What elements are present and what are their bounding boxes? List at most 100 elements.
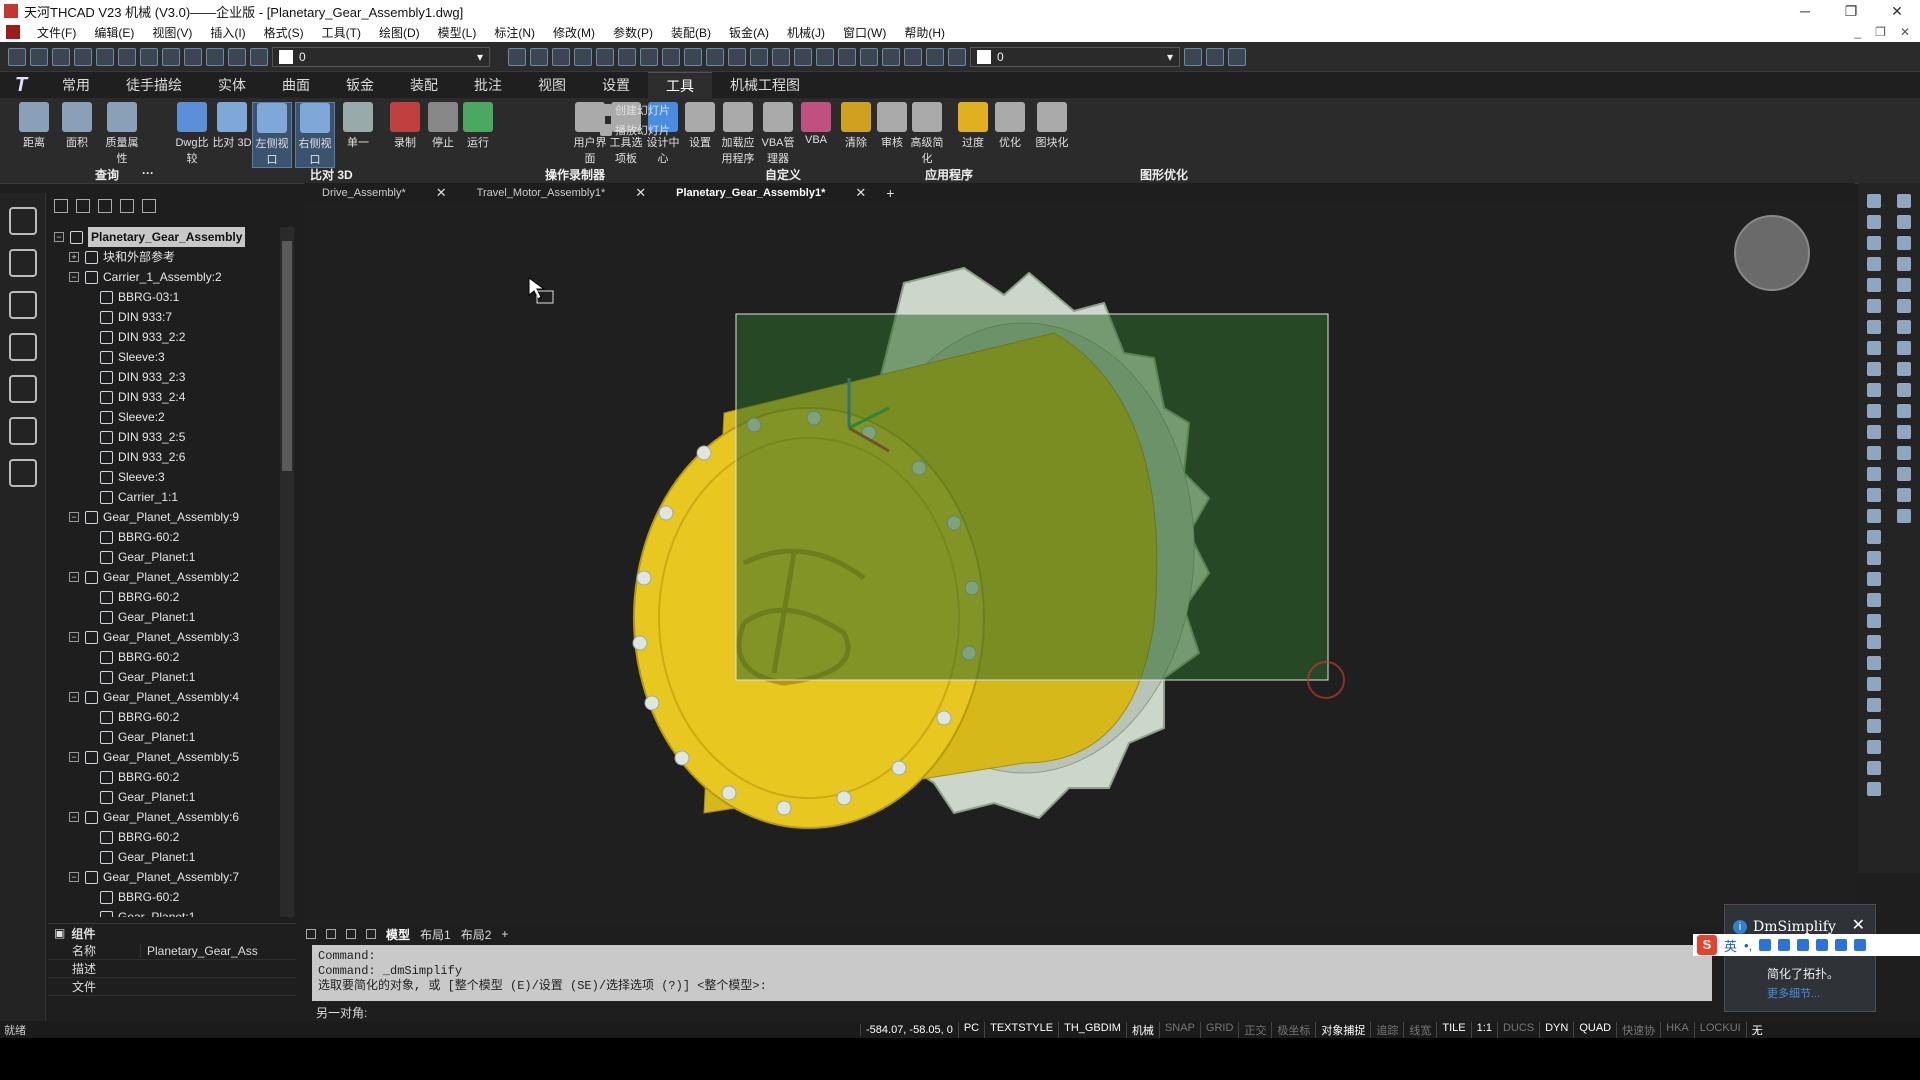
menu-item[interactable]: 文件(F): [28, 24, 85, 41]
menu-item[interactable]: 参数(P): [604, 24, 662, 41]
document-tab[interactable]: Planetary_Gear_Assembly1* ✕: [658, 183, 878, 203]
tree-item[interactable]: BBRG-60:2: [54, 647, 276, 667]
tool-icon[interactable]: [1897, 404, 1911, 418]
bulb-icon[interactable]: [904, 47, 922, 66]
tool-icon[interactable]: [1897, 215, 1911, 229]
tool-icon[interactable]: [1867, 215, 1881, 229]
tool-icon[interactable]: [1867, 635, 1881, 649]
tool-icon[interactable]: [1867, 593, 1881, 607]
status-toggle[interactable]: LOCKUI: [1693, 1021, 1746, 1038]
ribbon-tab[interactable]: 机械工程图: [712, 72, 818, 98]
ribbon-tab[interactable]: 设置: [584, 72, 648, 98]
ribbon-tab[interactable]: 徒手描绘: [108, 72, 200, 98]
tree-item[interactable]: Sleeve:2: [54, 407, 276, 427]
lock2-icon[interactable]: [948, 47, 966, 66]
table-icon[interactable]: [9, 207, 37, 235]
tool-icon[interactable]: [1867, 509, 1881, 523]
status-toggle[interactable]: HKA: [1660, 1021, 1694, 1038]
layer-select[interactable]: 0 ▾: [272, 46, 490, 67]
tree-item[interactable]: DIN 933_2:3: [54, 367, 276, 387]
render-icon[interactable]: [706, 47, 724, 66]
close-tab-button[interactable]: ✕: [635, 185, 646, 201]
tree-item[interactable]: Gear_Planet:1: [54, 667, 276, 687]
tool-icon[interactable]: [1867, 341, 1881, 355]
menu-item[interactable]: 绘图(D): [370, 24, 429, 41]
view-top-icon[interactable]: [662, 47, 680, 66]
command-input[interactable]: 另一对角:: [312, 1001, 1712, 1021]
tool-icon[interactable]: [1867, 572, 1881, 586]
skin-icon[interactable]: [1797, 939, 1810, 951]
status-toggle[interactable]: 机械: [1125, 1021, 1159, 1038]
hatch-icon[interactable]: [9, 459, 37, 487]
properties-icon[interactable]: [772, 47, 790, 66]
tree-item[interactable]: Gear_Planet:1: [54, 547, 276, 567]
props-value[interactable]: Planetary_Gear_Ass: [140, 943, 296, 958]
help-icon[interactable]: [838, 47, 856, 66]
lock-icon[interactable]: [250, 47, 268, 66]
tree-item[interactable]: BBRG-03:1: [54, 287, 276, 307]
status-toggle[interactable]: DUCS: [1496, 1021, 1539, 1038]
status-toggle[interactable]: 快速协: [1616, 1021, 1660, 1038]
ribbon-button[interactable]: 优化: [990, 102, 1030, 150]
tree-item[interactable]: Gear_Planet:1: [54, 907, 276, 917]
ribbon-button[interactable]: 左侧视口: [252, 102, 292, 168]
doc-control-button[interactable]: _: [1854, 25, 1861, 39]
tool-icon[interactable]: [1867, 467, 1881, 481]
tree-toggle-icon[interactable]: −: [69, 512, 79, 522]
save-icon[interactable]: [52, 47, 70, 66]
status-toggle[interactable]: 极坐标: [1271, 1021, 1315, 1038]
tool-icon[interactable]: [1867, 761, 1881, 775]
view-front-icon[interactable]: [618, 47, 636, 66]
ribbon-tab[interactable]: 钣金: [328, 72, 392, 98]
tool-icon[interactable]: [1897, 467, 1911, 481]
layout-tab[interactable]: 模型: [386, 926, 410, 943]
minimize-button[interactable]: ─: [1782, 3, 1828, 19]
model-viewport[interactable]: [304, 203, 1856, 925]
close-tab-button[interactable]: ✕: [436, 185, 447, 201]
cloud-icon[interactable]: [1816, 939, 1829, 951]
tool-icon[interactable]: [1897, 278, 1911, 292]
match-icon[interactable]: [552, 47, 570, 66]
menu-item[interactable]: 帮助(H): [895, 24, 954, 41]
ribbon-button[interactable]: 录制: [385, 102, 425, 150]
measure-icon[interactable]: [530, 47, 548, 66]
tree-expand-icon[interactable]: [54, 199, 68, 213]
tree-item[interactable]: − Gear_Planet_Assembly:5: [54, 747, 276, 767]
tree-item[interactable]: DIN 933_2:4: [54, 387, 276, 407]
plot-icon[interactable]: [118, 47, 136, 66]
tool-icon[interactable]: [1867, 257, 1881, 271]
ribbon-button[interactable]: 运行: [458, 102, 498, 150]
status-toggle[interactable]: 正交: [1238, 1021, 1271, 1038]
add-layout-button[interactable]: +: [501, 927, 508, 941]
cube-icon[interactable]: [9, 333, 37, 361]
ribbon-tab[interactable]: 批注: [456, 72, 520, 98]
close-button[interactable]: ✕: [1874, 3, 1920, 20]
status-toggle[interactable]: PC: [957, 1021, 984, 1038]
tool-icon[interactable]: [1867, 278, 1881, 292]
ribbon-tab[interactable]: 实体: [200, 72, 264, 98]
tree-toggle-icon[interactable]: −: [69, 572, 79, 582]
view-iso-icon[interactable]: [640, 47, 658, 66]
grid-icon[interactable]: [1835, 939, 1848, 951]
tree-item[interactable]: BBRG-60:2: [54, 887, 276, 907]
tree-item[interactable]: BBRG-60:2: [54, 587, 276, 607]
print-icon[interactable]: [96, 47, 114, 66]
tool-icon[interactable]: [1897, 488, 1911, 502]
tool-icon[interactable]: [1867, 383, 1881, 397]
tree-item[interactable]: − Gear_Planet_Assembly:7: [54, 867, 276, 887]
tree-toggle-icon[interactable]: −: [69, 272, 79, 282]
document-tab[interactable]: Travel_Motor_Assembly1* ✕: [459, 183, 659, 203]
tree-sort-icon[interactable]: [98, 199, 112, 213]
status-toggle[interactable]: SNAP: [1158, 1021, 1200, 1038]
status-toggle[interactable]: DYN: [1539, 1021, 1573, 1038]
tree-toggle-icon[interactable]: −: [69, 752, 79, 762]
tool-icon[interactable]: [1867, 677, 1881, 691]
tree-item[interactable]: BBRG-60:2: [54, 827, 276, 847]
status-toggle[interactable]: TEXTSTYLE: [984, 1021, 1058, 1038]
tree-item[interactable]: Carrier_1:1: [54, 487, 276, 507]
add-tab-button[interactable]: +: [886, 185, 894, 201]
tree-item[interactable]: − Gear_Planet_Assembly:3: [54, 627, 276, 647]
ribbon-button[interactable]: 距离: [14, 102, 54, 150]
find-icon[interactable]: [142, 199, 156, 213]
redo-icon[interactable]: [184, 47, 202, 66]
